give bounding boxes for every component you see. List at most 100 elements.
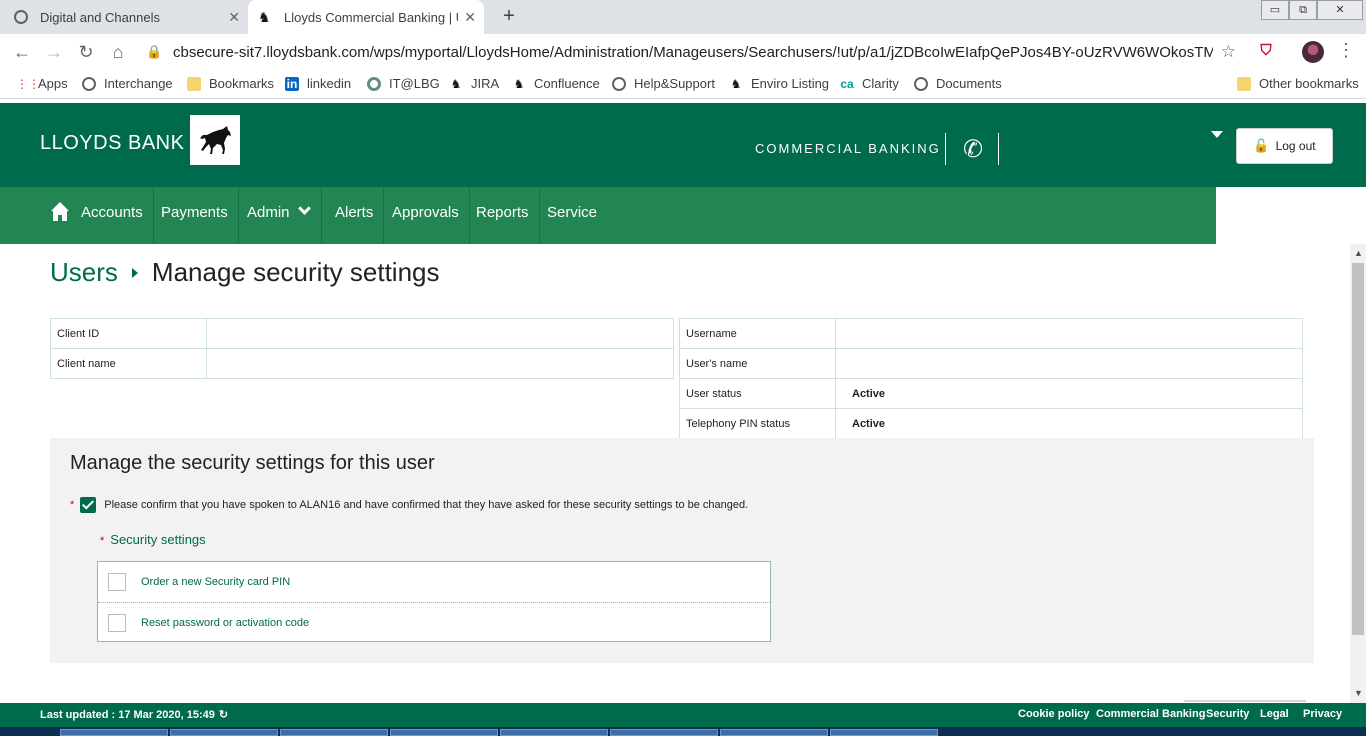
bookmark-label: Documents xyxy=(936,76,1002,91)
bookmark-linkedin[interactable]: in linkedin xyxy=(285,76,351,91)
back-arrow-icon[interactable]: ← xyxy=(10,40,34,64)
linkedin-icon: in xyxy=(285,76,299,91)
bookmark-jira[interactable]: ♞ JIRA xyxy=(449,76,500,91)
taskbar-button[interactable] xyxy=(60,729,168,736)
close-window-button[interactable]: ✕ xyxy=(1317,0,1363,20)
page-scrollbar[interactable]: ▲ ▼ xyxy=(1350,244,1366,703)
table-row: Client ID xyxy=(50,318,674,349)
site-header: LLOYDS BANK COMMERCIAL BANKING ✆ 🔓 Log o… xyxy=(0,103,1366,187)
account-menu-chevron-icon[interactable] xyxy=(1211,131,1223,138)
tab-close-icon[interactable]: ✕ xyxy=(464,9,476,26)
nav-item-alerts[interactable]: Alerts xyxy=(325,187,385,244)
tab-title: Lloyds Commercial Banking | User xyxy=(284,9,458,25)
home-icon[interactable]: ⌂ xyxy=(106,40,130,64)
scroll-up-icon[interactable]: ▲ xyxy=(1354,248,1363,258)
reset-password-checkbox[interactable] xyxy=(108,613,126,632)
required-marker: * xyxy=(100,535,105,547)
taskbar-button[interactable] xyxy=(390,729,498,736)
page-title: Manage security settings xyxy=(151,257,440,287)
taskbar-button[interactable] xyxy=(280,729,388,736)
horse-icon: ♞ xyxy=(730,76,742,91)
lock-icon: 🔓 xyxy=(1253,138,1270,153)
bookmark-label: Other bookmarks xyxy=(1259,76,1359,91)
minimize-button[interactable]: ▭ xyxy=(1261,0,1289,20)
bookmark-help-support[interactable]: Help&Support xyxy=(612,76,715,91)
table-row: User's name xyxy=(679,348,1303,379)
bookmark-star-icon[interactable]: ☆ xyxy=(1221,42,1236,62)
security-options-list: Order a new Security card PIN Reset pass… xyxy=(97,561,771,642)
bookmark-other[interactable]: Other bookmarks xyxy=(1237,76,1359,91)
footer-link-privacy[interactable]: Privacy xyxy=(1303,708,1342,720)
url-text[interactable]: cbsecure-sit7.lloydsbank.com/wps/myporta… xyxy=(173,44,1213,61)
refresh-icon[interactable]: ↻ xyxy=(219,709,228,721)
security-settings-label-text: Security settings xyxy=(110,532,206,547)
scroll-down-icon[interactable]: ▼ xyxy=(1354,688,1363,698)
reload-icon[interactable]: ↻ xyxy=(74,40,98,64)
brand-name[interactable]: LLOYDS BANK xyxy=(40,132,184,155)
nav-item-approvals[interactable]: Approvals xyxy=(382,187,470,244)
nav-item-accounts[interactable]: Accounts xyxy=(71,187,154,244)
folder-icon xyxy=(187,76,201,91)
apps-grid-icon: ⋮⋮ xyxy=(16,76,40,91)
restore-button[interactable]: ⧉ xyxy=(1289,0,1317,20)
bookmark-documents[interactable]: Documents xyxy=(914,76,1002,91)
taskbar-button[interactable] xyxy=(500,729,608,736)
browser-tab-digital-channels[interactable]: Digital and Channels ✕ xyxy=(8,0,248,34)
profile-avatar[interactable] xyxy=(1302,41,1324,63)
required-marker: * xyxy=(70,499,75,511)
caret-right-icon xyxy=(131,268,138,278)
order-pin-checkbox[interactable] xyxy=(108,573,126,591)
new-tab-button[interactable]: + xyxy=(498,5,520,27)
bookmark-clarity[interactable]: ca Clarity xyxy=(840,76,899,91)
breadcrumb-users-link[interactable]: Users xyxy=(50,257,118,287)
nav-item-service[interactable]: Service xyxy=(537,187,607,244)
client-name-value xyxy=(206,348,674,379)
pin-status-value: Active xyxy=(835,408,1303,439)
option-reset-password[interactable]: Reset password or activation code xyxy=(98,602,770,642)
home-icon[interactable] xyxy=(50,201,70,223)
user-status-value: Active xyxy=(835,378,1303,409)
username-value xyxy=(835,318,1303,349)
bookmark-confluence[interactable]: ♞ Confluence xyxy=(512,76,600,91)
option-order-security-card-pin[interactable]: Order a new Security card PIN xyxy=(98,562,770,602)
table-row: Telephony PIN status Active xyxy=(679,408,1303,439)
forward-arrow-icon[interactable]: → xyxy=(42,40,66,64)
users-name-label: User's name xyxy=(679,348,836,379)
taskbar-button[interactable] xyxy=(720,729,828,736)
browser-menu-icon[interactable]: ⋮ xyxy=(1337,40,1355,61)
main-navigation: Accounts Payments Admin Alerts Approvals… xyxy=(0,187,1216,244)
nav-item-reports[interactable]: Reports xyxy=(466,187,540,244)
logout-button[interactable]: 🔓 Log out xyxy=(1236,128,1333,164)
footer-link-cookie-policy[interactable]: Cookie policy xyxy=(1018,708,1090,720)
bookmark-itlbg[interactable]: IT@LBG xyxy=(367,76,440,91)
tab-close-icon[interactable]: ✕ xyxy=(228,9,240,26)
taskbar-button[interactable] xyxy=(610,729,718,736)
footer-link-commercial-banking[interactable]: Commercial Banking xyxy=(1096,708,1205,720)
phone-icon[interactable]: ✆ xyxy=(963,135,983,164)
header-divider xyxy=(998,133,999,165)
bookmark-interchange[interactable]: Interchange xyxy=(82,76,173,91)
bookmark-bookmarks[interactable]: Bookmarks xyxy=(187,76,274,91)
nav-item-admin[interactable]: Admin xyxy=(237,187,322,244)
bookmark-enviro-listing[interactable]: ♞ Enviro Listing xyxy=(729,76,829,91)
scrollbar-thumb[interactable] xyxy=(1352,263,1364,635)
security-settings-label: * Security settings xyxy=(100,532,206,547)
footer-link-legal[interactable]: Legal xyxy=(1260,708,1289,720)
footer-link-security[interactable]: Security xyxy=(1206,708,1249,720)
browser-tab-lloyds[interactable]: ♞ Lloyds Commercial Banking | User ✕ xyxy=(248,0,484,34)
confirm-checkbox[interactable] xyxy=(80,497,97,513)
black-horse-logo[interactable] xyxy=(190,115,240,165)
header-divider xyxy=(945,133,946,165)
taskbar-button[interactable] xyxy=(830,729,938,736)
bookmark-apps[interactable]: ⋮⋮ Apps xyxy=(16,76,68,91)
address-bar[interactable]: 🔒 cbsecure-sit7.lloydsbank.com/wps/mypor… xyxy=(140,37,1250,67)
nav-item-payments[interactable]: Payments xyxy=(151,187,239,244)
commercial-banking-label: COMMERCIAL BANKING xyxy=(755,141,941,156)
browser-tabstrip: Digital and Channels ✕ ♞ Lloyds Commerci… xyxy=(0,0,1366,34)
bookmark-label: Bookmarks xyxy=(209,76,275,91)
nav-item-admin-label: Admin xyxy=(247,204,290,221)
mcafee-extension-icon[interactable]: ⛉ xyxy=(1258,42,1274,60)
taskbar-button[interactable] xyxy=(170,729,278,736)
client-id-value xyxy=(206,318,674,349)
bookmarks-bar: ⋮⋮ Apps Interchange Bookmarks in linkedin … xyxy=(0,70,1366,99)
